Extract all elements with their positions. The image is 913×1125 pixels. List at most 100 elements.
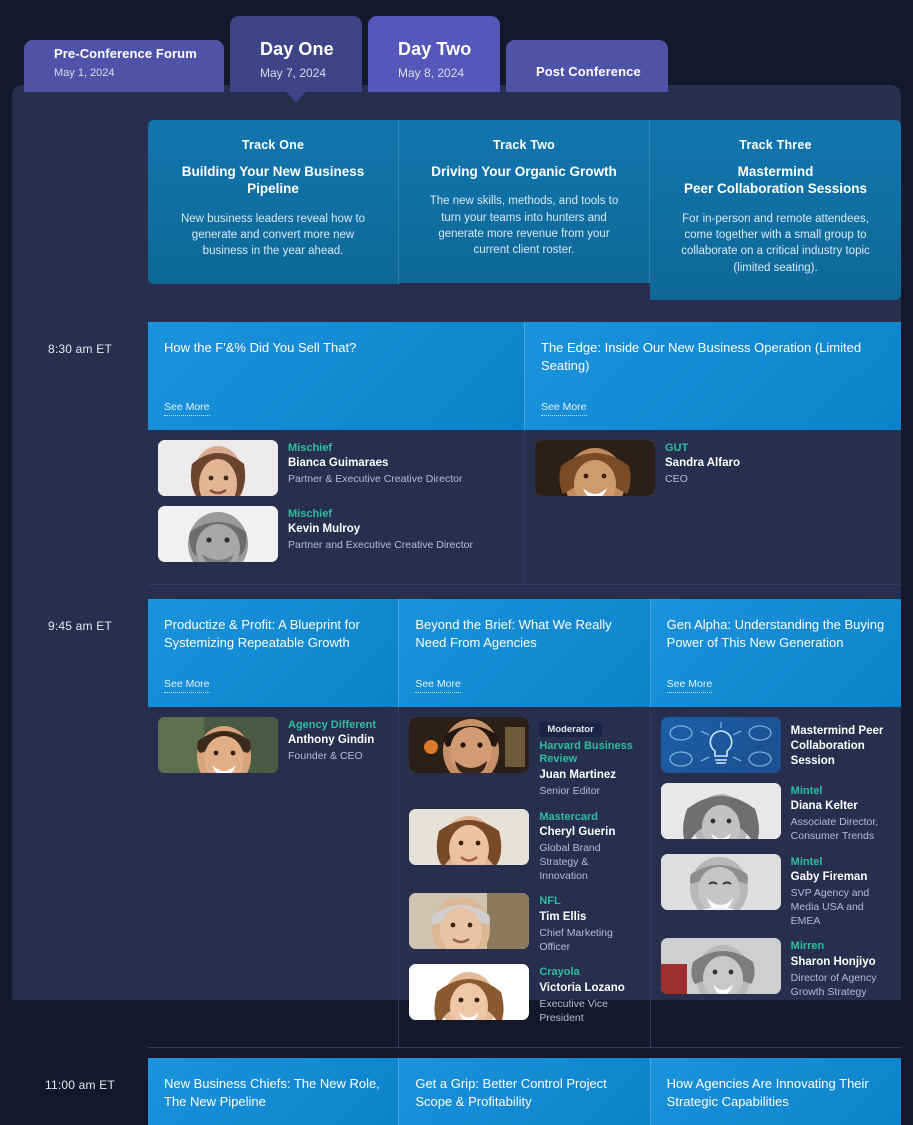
session-card[interactable]: Productize & Profit: A Blueprint for Sys… — [148, 598, 400, 707]
speaker-card[interactable]: Agency Different Anthony Gindin Founder … — [158, 716, 388, 773]
speaker-photo — [660, 782, 781, 839]
speaker-info: Mintel Diana Kelter Associate Director, … — [791, 783, 891, 844]
portrait-bianca-icon — [158, 439, 278, 496]
tab-post-conference[interactable]: Post Conference — [506, 40, 668, 92]
session-title: The Edge: Inside Our New Business Operat… — [541, 339, 862, 373]
speaker-name: Juan Martinez — [539, 769, 617, 782]
speaker-card[interactable]: Mirren Sharon Honjiyo Director of Agency… — [660, 938, 891, 999]
speaker-company: Mischief — [288, 507, 333, 520]
portrait-juan-icon — [409, 716, 530, 773]
speaker-card[interactable]: Moderator Harvard Business Review Juan M… — [409, 716, 639, 799]
portrait-sandra-icon — [535, 439, 655, 496]
speaker-card[interactable]: Crayola Victoria Lozano Executive Vice P… — [409, 964, 639, 1025]
session-cards-0945: Productize & Profit: A Blueprint for Sys… — [148, 598, 901, 707]
speaker-card[interactable]: Mintel Gaby Fireman SVP Agency and Media… — [660, 853, 891, 929]
portrait-anthony-icon — [158, 716, 278, 773]
session-card[interactable]: How the F'&% Did You Sell That? See More — [148, 321, 525, 430]
portrait-kevin-icon — [158, 505, 278, 562]
track-title-line-2: Peer Collaboration Sessions — [683, 181, 868, 197]
speaker-role: Founder & CEO — [288, 750, 363, 763]
time-column-spacer — [12, 707, 148, 727]
track-number: Track Two — [492, 138, 555, 152]
speaker-name: Cheryl Guerin — [539, 826, 616, 839]
speaker-column: Agency Different Anthony Gindin Founder … — [148, 706, 400, 1048]
speaker-company: Mirren — [790, 940, 825, 953]
track-title: Mastermind Peer Collaboration Sessions — [670, 163, 881, 198]
see-more-link[interactable]: See More — [415, 678, 461, 693]
speaker-name: Bianca Guimaraes — [288, 457, 389, 470]
track-number: Track Three — [739, 138, 812, 152]
schedule-row-0830: 8:30 am ET How the F'&% Did You Sell Tha… — [12, 321, 901, 430]
track-description: The new skills, methods, and tools to tu… — [429, 195, 619, 257]
speaker-info: Agency Different Anthony Gindin Founder … — [288, 717, 376, 764]
speaker-photo — [409, 808, 530, 865]
track-header-one: Track One Building Your New Business Pip… — [148, 120, 399, 300]
speaker-photo — [409, 893, 530, 950]
speaker-role: Partner and Executive Creative Director — [288, 539, 473, 552]
speaker-card[interactable]: Mischief Kevin Mulroy Partner and Execut… — [158, 505, 514, 562]
speaker-name: Anthony Gindin — [288, 734, 375, 747]
see-more-link[interactable]: See More — [164, 401, 210, 416]
speaker-row-0830: Mischief Bianca Guimaraes Partner & Exec… — [12, 429, 901, 584]
schedule-panel: Track One Building Your New Business Pip… — [12, 85, 901, 1125]
session-card[interactable]: Gen Alpha: Understanding the Buying Powe… — [650, 598, 901, 707]
tab-day-two[interactable]: Day Two May 8, 2024 — [368, 16, 500, 92]
speaker-column: Mastermind Peer Collaboration Session Mi… — [651, 707, 901, 1048]
tab-label: Day One — [260, 39, 334, 60]
mastermind-card[interactable]: Mastermind Peer Collaboration Session — [660, 716, 891, 773]
active-tab-pointer-icon — [285, 91, 307, 102]
time-column-spacer — [12, 430, 148, 450]
row-divider — [148, 1047, 901, 1049]
session-card[interactable]: How Agencies Are Innovating Their Strate… — [650, 1058, 901, 1125]
lightbulb-icon — [669, 721, 772, 767]
session-title: Get a Grip: Better Control Project Scope… — [415, 1076, 607, 1110]
track-description: For in-person and remote attendees, come… — [681, 212, 870, 274]
speaker-photo — [158, 439, 278, 496]
speaker-company: Harvard Business Review — [539, 739, 633, 766]
speaker-card[interactable]: Mischief Bianca Guimaraes Partner & Exec… — [158, 439, 514, 496]
speaker-info: Mirren Sharon Honjiyo Director of Agency… — [791, 938, 891, 999]
speaker-photo — [158, 716, 278, 773]
portrait-gaby-icon — [660, 853, 781, 910]
speaker-card[interactable]: Mintel Diana Kelter Associate Director, … — [660, 782, 891, 844]
speaker-card[interactable]: GUT Sandra Alfaro CEO — [535, 439, 891, 496]
session-title: How Agencies Are Innovating Their Strate… — [666, 1076, 869, 1110]
speaker-card[interactable]: NFL Tim Ellis Chief Marketing Officer — [409, 893, 639, 954]
see-more-link[interactable]: See More — [164, 678, 210, 693]
time-column-spacer — [12, 120, 148, 140]
speaker-name: Tim Ellis — [539, 911, 587, 924]
speaker-columns-0945: Agency Different Anthony Gindin Founder … — [148, 706, 901, 1048]
speaker-photo — [158, 505, 278, 562]
speaker-company: Mischief — [288, 441, 333, 454]
speaker-name: Kevin Mulroy — [288, 523, 361, 536]
speaker-card[interactable]: Mastercard Cheryl Guerin Global Brand St… — [409, 808, 639, 884]
track-headers: Track One Building Your New Business Pip… — [148, 120, 901, 300]
session-card[interactable]: Get a Grip: Better Control Project Scope… — [399, 1058, 651, 1125]
tab-label: Day Two — [398, 39, 472, 60]
tab-day-one[interactable]: Day One May 7, 2024 — [230, 16, 362, 102]
tab-label: Post Conference — [536, 63, 641, 79]
speaker-info: Mastermind Peer Collaboration Session — [791, 717, 891, 770]
speaker-info: Mischief Kevin Mulroy Partner and Execut… — [288, 506, 473, 553]
see-more-link[interactable]: See More — [666, 678, 713, 693]
speaker-info: Crayola Victoria Lozano Executive Vice P… — [539, 964, 639, 1025]
track-header-row: Track One Building Your New Business Pip… — [12, 85, 901, 300]
schedule-row-1100: 11:00 am ET New Business Chiefs: The New… — [12, 1058, 901, 1125]
speaker-company: GUT — [665, 441, 689, 454]
speaker-company: Mastercard — [539, 810, 599, 823]
speaker-name: Diana Kelter — [790, 800, 858, 813]
portrait-diana-icon — [660, 782, 781, 839]
see-more-link[interactable]: See More — [541, 401, 587, 416]
session-card[interactable]: New Business Chiefs: The New Role, The N… — [148, 1058, 400, 1125]
session-card[interactable]: The Edge: Inside Our New Business Operat… — [525, 321, 901, 430]
tab-pre-conference-forum[interactable]: Pre-Conference Forum May 1, 2024 — [24, 40, 224, 92]
session-card[interactable]: Beyond the Brief: What We Really Need Fr… — [399, 598, 651, 707]
session-title: Gen Alpha: Understanding the Buying Powe… — [666, 616, 885, 650]
session-cards-1100: New Business Chiefs: The New Role, The N… — [148, 1058, 901, 1125]
row-time-0830: 8:30 am ET — [47, 341, 113, 356]
speaker-info: Mintel Gaby Fireman SVP Agency and Media… — [791, 854, 891, 929]
speaker-column: Mischief Bianca Guimaraes Partner & Exec… — [148, 429, 525, 584]
track-number: Track One — [241, 138, 305, 152]
track-title: Building Your New Business Pipeline — [181, 164, 365, 197]
track-title: Driving Your Organic Growth — [431, 164, 617, 179]
